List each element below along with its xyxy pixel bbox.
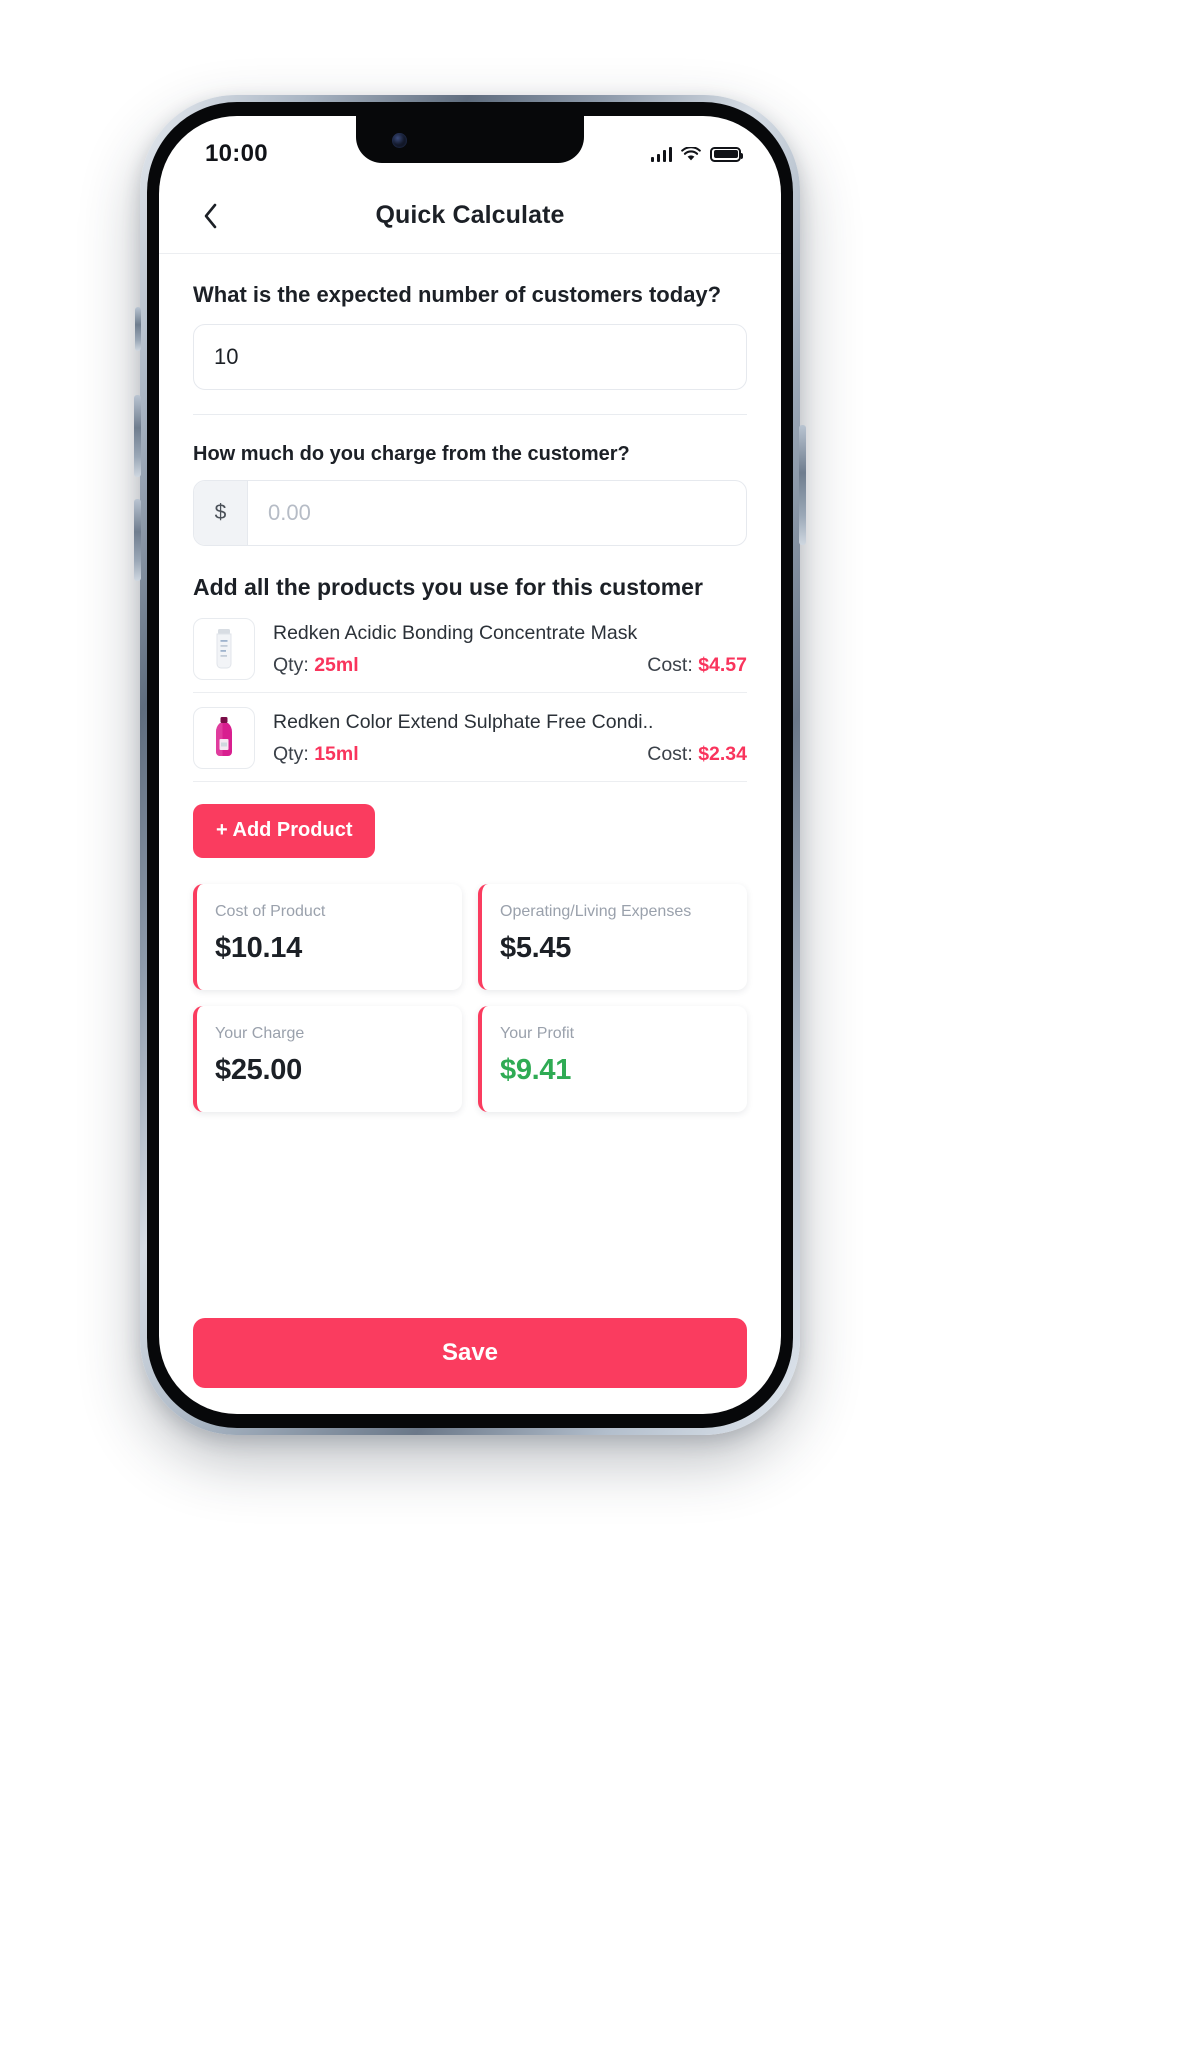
summary-card-your-charge: Your Charge $25.00	[193, 1005, 462, 1112]
cost-label: Cost:	[647, 743, 693, 766]
summary-card-cost-of-product: Cost of Product $10.14	[193, 883, 462, 990]
summary-label: Your Charge	[215, 1024, 305, 1042]
charge-amount-placeholder: 0.00	[268, 500, 311, 526]
product-cost: Cost: $4.57	[647, 654, 747, 677]
product-row[interactable]: Redken Color Extend Sulphate Free Condi.…	[193, 693, 747, 782]
product-qty: Qty: 15ml	[273, 743, 359, 766]
battery-full-icon	[710, 146, 743, 162]
customers-count-input[interactable]: 10	[193, 323, 747, 390]
qty-label: Qty:	[273, 743, 309, 766]
summary-value: $9.41	[500, 1054, 572, 1087]
customers-question-label: What is the expected number of customers…	[193, 282, 722, 307]
summary-label: Your Profit	[500, 1024, 575, 1042]
product-bottle-icon	[216, 716, 232, 756]
product-thumbnail	[193, 706, 255, 769]
qty-value: 25ml	[314, 654, 359, 677]
summary-value: $10.14	[215, 932, 302, 965]
products-section-title: Add all the products you use for this cu…	[193, 574, 703, 601]
page-title: Quick Calculate	[375, 201, 565, 229]
summary-card-your-profit: Your Profit $9.41	[478, 1005, 747, 1112]
section-divider	[193, 413, 747, 415]
summary-label: Operating/Living Expenses	[500, 902, 692, 920]
app-header: Quick Calculate	[159, 178, 781, 254]
save-button[interactable]: Save	[193, 1318, 747, 1388]
summary-value: $25.00	[215, 1054, 302, 1087]
phone-frame: 10:00 Quick Calculate What is the expect…	[134, 95, 806, 1435]
summary-value: $5.45	[500, 932, 572, 965]
product-cost: Cost: $2.34	[647, 743, 747, 766]
product-meta: Qty: 15ml Cost: $2.34	[273, 743, 747, 766]
cellular-signal-icon	[650, 146, 672, 162]
customers-count-value: 10	[214, 343, 239, 369]
charge-question-label: How much do you charge from the customer…	[193, 442, 630, 465]
product-qty: Qty: 25ml	[273, 654, 359, 677]
wifi-icon	[681, 146, 701, 160]
product-info: Redken Color Extend Sulphate Free Condi.…	[273, 710, 747, 766]
chevron-left-icon	[204, 203, 216, 228]
summary-card-operating-expenses: Operating/Living Expenses $5.45	[478, 883, 747, 990]
status-time: 10:00	[205, 140, 268, 167]
status-icons	[650, 146, 743, 162]
product-meta: Qty: 25ml Cost: $4.57	[273, 654, 747, 677]
currency-symbol: $	[194, 481, 248, 546]
volume-down-button[interactable]	[134, 499, 141, 581]
charge-amount-input[interactable]: $ 0.00	[193, 480, 747, 547]
summary-grid: Cost of Product $10.14 Operating/Living …	[193, 883, 747, 1112]
phone-bezel: 10:00 Quick Calculate What is the expect…	[147, 102, 793, 1428]
product-name: Redken Color Extend Sulphate Free Condi.…	[273, 710, 654, 733]
front-camera-icon	[392, 133, 407, 148]
back-button[interactable]	[193, 199, 227, 233]
silent-switch[interactable]	[135, 307, 141, 351]
product-info: Redken Acidic Bonding Concentrate Mask Q…	[273, 621, 747, 677]
summary-label: Cost of Product	[215, 902, 326, 920]
qty-label: Qty:	[273, 654, 309, 677]
product-row[interactable]: Redken Acidic Bonding Concentrate Mask Q…	[193, 604, 747, 693]
product-tube-icon	[216, 628, 232, 669]
qty-value: 15ml	[314, 743, 359, 766]
cost-value: $4.57	[698, 654, 747, 677]
product-name: Redken Acidic Bonding Concentrate Mask	[273, 621, 638, 644]
add-product-button[interactable]: + Add Product	[193, 803, 376, 858]
notch	[356, 116, 584, 163]
power-button[interactable]	[799, 425, 806, 545]
volume-up-button[interactable]	[134, 395, 141, 477]
cost-label: Cost:	[647, 654, 693, 677]
main-content: What is the expected number of customers…	[159, 254, 781, 1414]
phone-screen: 10:00 Quick Calculate What is the expect…	[159, 116, 781, 1414]
product-thumbnail	[193, 617, 255, 680]
cost-value: $2.34	[698, 743, 747, 766]
